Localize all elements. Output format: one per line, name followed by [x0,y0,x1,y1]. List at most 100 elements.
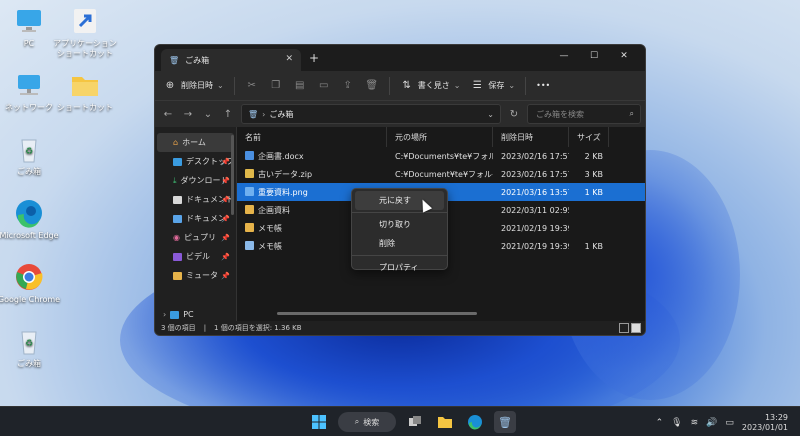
close-tab-icon[interactable]: ✕ [285,54,293,64]
wifi-icon[interactable]: ≋ [691,418,699,428]
tiles-view-icon[interactable] [631,323,641,333]
table-row[interactable]: 企画書.docx C:¥Documents¥te¥フォルダ 2023/02/16 1… [237,147,645,165]
forward-arrow-icon[interactable]: → [181,109,195,120]
column-name[interactable]: 名前 [237,127,387,147]
windows-icon [312,415,326,429]
save-button[interactable]: ☰ 保存 ⌄ [470,79,515,93]
recycle-bin-icon: 🗑 [248,109,259,119]
column-deleted[interactable]: 削除日時 [493,127,569,147]
battery-icon[interactable]: ▭ [725,418,734,428]
pin-icon: 📌 [221,195,230,204]
taskbar: ⌕ 検索 🗑 ⌃ 🎙 ≋ 🔊 ▭ 13:29 2023/01/01 [0,406,800,436]
file-icon [245,150,254,160]
paste-icon[interactable]: ▤ [293,79,307,93]
menu-divider [352,255,447,256]
sidebar-item-documents[interactable]: ドキュメント 📌 [155,190,236,209]
menu-item-delete[interactable]: 削除 [355,234,444,253]
taskbar-explorer[interactable] [434,411,456,433]
task-view-button[interactable] [404,411,426,433]
delete-date-label: 削除日時 [181,81,213,90]
app-shortcut-icon [70,6,100,36]
sidebar-scrollbar[interactable] [231,135,234,215]
sidebar-item-downloads[interactable]: ⤓ ダウンロード 📌 [155,171,236,190]
details-view-icon[interactable] [619,323,629,333]
search-placeholder: ごみ箱を検索 [536,109,584,119]
search-icon: ⌕ [629,109,634,118]
refresh-icon[interactable]: ↻ [507,109,521,120]
clock-time: 13:29 [764,413,788,422]
chevron-down-icon: ⌄ [217,81,224,90]
sidebar-item-pictures[interactable]: ドキュメン 📌 [155,209,236,228]
column-header-row: 名前 元の場所 削除日時 サイズ [237,127,645,147]
start-button[interactable] [308,411,330,433]
more-button[interactable]: ••• [536,81,550,90]
horizontal-scrollbar[interactable] [277,312,477,315]
write-out-button[interactable]: ⇅ 書く見さ ⌄ [400,79,461,93]
menu-item-properties[interactable]: プロパティ [355,258,444,277]
chevron-down-icon[interactable]: ⌄ [487,110,494,119]
share-icon[interactable]: ⇪ [341,79,355,93]
rename-icon[interactable]: ▭ [317,79,331,93]
copy-icon[interactable]: ❐ [269,79,283,93]
desktop-icon-recycle-bin[interactable]: ♻ ごみ箱 [0,134,64,177]
address-bar[interactable]: 🗑 › ごみ箱 ⌄ [241,104,501,124]
desktop-icon-recycle-bin-2[interactable]: ♻ ごみ箱 [0,326,64,369]
context-menu: 元に戻す 切り取り 削除 プロパティ [351,188,448,272]
file-icon [245,168,254,178]
navigation-pane: ⌂ ホーム デスクトップ 📌 ⤓ ダウンロード 📌 ドキュメント 📌 ドキュメン [155,127,237,321]
command-bar: ⊕ 削除日時 ⌄ ✂ ❐ ▤ ▭ ⇪ 🗑 ⇅ 書く見さ ⌄ ☰ 保存 ⌄ ••• [155,71,645,101]
selection-info: 1 個の項目を選択: 1.36 KB [214,324,302,332]
microphone-icon[interactable]: 🎙 [671,418,682,428]
desktop-icon-app-shortcut[interactable]: アプリケーションショートカット [50,6,120,59]
pin-icon: 📌 [221,252,230,261]
sidebar-item-home[interactable]: ⌂ ホーム [157,133,234,152]
up-arrow-icon[interactable]: ↑ [221,109,235,120]
plus-circle-icon: ⊕ [165,79,175,91]
cut-icon[interactable]: ✂ [245,79,259,93]
recent-chevron-icon[interactable]: ⌄ [201,109,215,120]
taskbar-edge[interactable] [464,411,486,433]
column-size[interactable]: サイズ [569,127,609,147]
cell-deleted: 2022/03/11 02:95 [501,205,569,215]
view-icon: ☰ [472,79,482,91]
sidebar-item-folder[interactable]: ミュータ 📌 [155,266,236,285]
cell-name: 古いデータ.zip [237,168,387,180]
minimize-button[interactable]: — [549,47,579,65]
sidebar-item-music[interactable]: ◉ ピュプリ 📌 [155,228,236,247]
desktop-icon-shortcut[interactable]: ショートカット [50,70,120,113]
tab-recycle-bin[interactable]: 🗑 ごみ箱 ✕ [161,49,301,71]
document-icon [173,195,182,204]
menu-item-cut[interactable]: 切り取り [355,215,444,234]
cell-size: 2 KB [584,151,603,161]
table-row[interactable]: 古いデータ.zip C:¥Document¥te¥フォルダ 2023/02/16 1… [237,165,645,183]
new-tab-button[interactable]: + [309,51,319,65]
file-icon [245,186,254,196]
address-path: ごみ箱 [269,109,294,119]
desktop-icon-chrome[interactable]: Google Chrome [0,262,64,305]
cell-origin: C:¥Documents¥te¥フォルダ [395,151,493,161]
column-origin[interactable]: 元の場所 [387,127,493,147]
cell-size: 1 KB [584,241,603,251]
taskbar-search[interactable]: ⌕ 検索 [338,412,396,432]
file-icon [245,204,254,214]
pin-icon: 📌 [221,176,230,185]
sidebar-item-videos[interactable]: ビデル 📌 [155,247,236,266]
tab-title: ごみ箱 [185,55,210,65]
clock-date: 2023/01/01 [741,423,788,432]
cell-deleted: 2023/02/16 17:57 [501,151,569,161]
taskbar-recycle-bin[interactable]: 🗑 [494,411,516,433]
sidebar-item-desktop[interactable]: デスクトップ 📌 [155,152,236,171]
volume-icon[interactable]: 🔊 [706,418,717,428]
maximize-button[interactable]: ☐ [579,47,609,65]
back-arrow-icon[interactable]: ← [161,109,175,120]
chevron-up-icon[interactable]: ⌃ [656,418,664,428]
folder-icon [173,271,182,280]
close-button[interactable]: ✕ [609,47,639,65]
recycle-bin-icon: 🗑 [498,415,512,429]
desktop-icon-edge[interactable]: Microsoft Edge [0,198,64,241]
clock[interactable]: 13:29 2023/01/01 [742,413,788,433]
sort-delete-date-button[interactable]: ⊕ 削除日時 ⌄ [163,79,224,93]
search-input[interactable]: ごみ箱を検索 ⌕ [527,104,641,124]
delete-icon[interactable]: 🗑 [365,79,379,93]
divider [388,76,390,95]
